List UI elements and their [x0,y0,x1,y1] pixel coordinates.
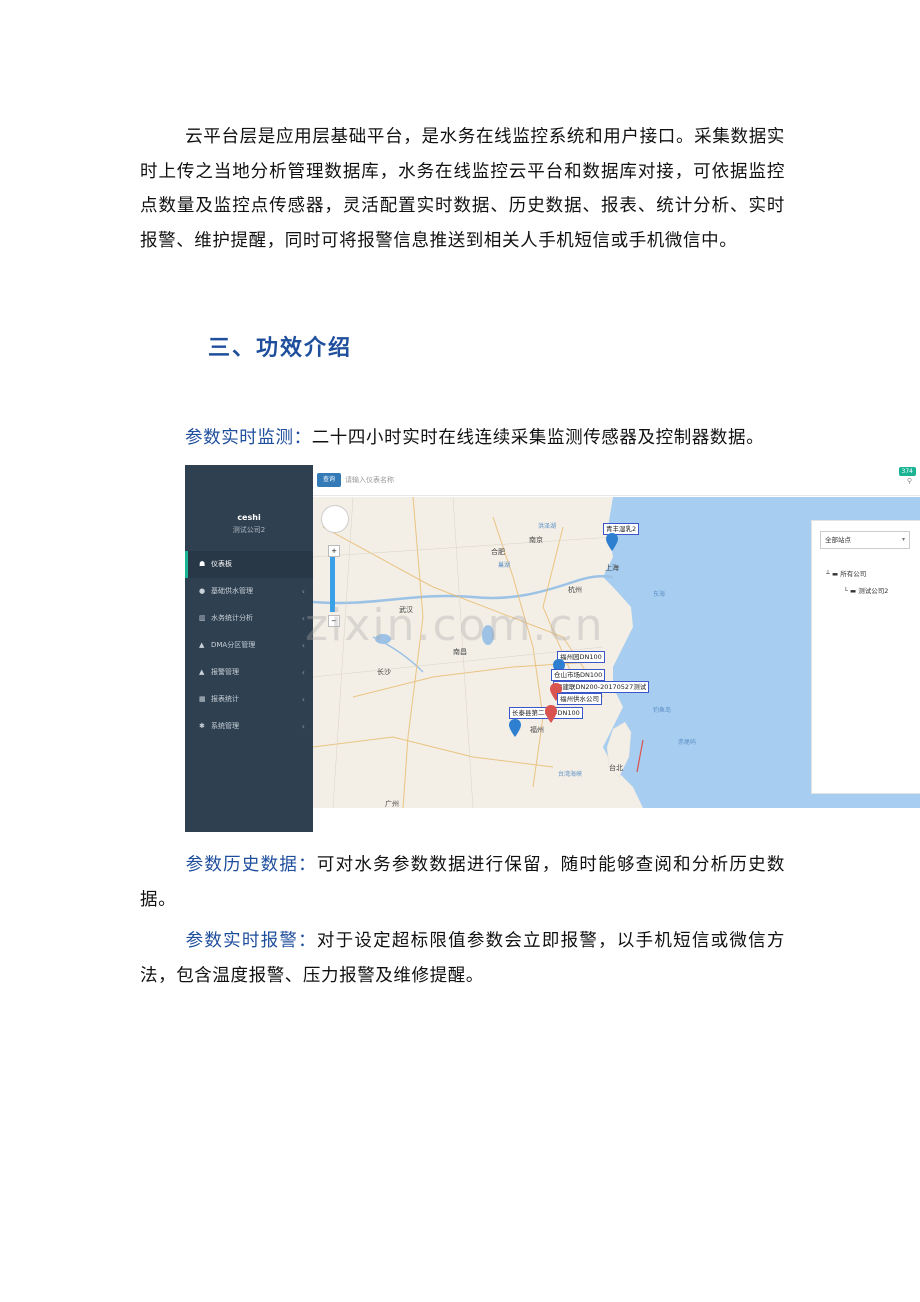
city-label: 福州 [530,726,544,734]
sidebar-item-alarms[interactable]: ▲ 报警管理 ‹ [185,659,313,686]
home-icon: ☗ [199,560,206,568]
station-panel: 全部站点 ▾ ┴ ▬ 所有公司 └ ▬ 测试公司2 [811,520,920,794]
sidebar: ceshi 测试公司2 ☗ 仪表板 ● 基础供水管理 ‹ ▥ 水务统计分析 ‹ ▲ DMA分… [185,465,313,832]
tree-node-root[interactable]: ┴ ▬ 所有公司 [826,568,866,578]
water-label: 台湾海峡 [558,771,583,778]
sidebar-item-dma[interactable]: ▲ DMA分区管理 ‹ [185,632,313,659]
zoom-in-button[interactable]: + [328,545,340,557]
sidebar-menu: ☗ 仪表板 ● 基础供水管理 ‹ ▥ 水务统计分析 ‹ ▲ DMA分区管理 ‹ ▲ 报警管理 ‹ … [185,551,313,740]
city-label: 台北 [609,764,623,772]
station-select[interactable]: 全部站点 ▾ [820,531,910,549]
map-marker-red[interactable] [545,705,557,723]
sitemap-icon: ▲ [199,641,205,649]
feature-realtime-monitoring: 参数实时监测：二十四小时实时在线连续采集监测传感器及控制器数据。 [185,428,765,448]
sidebar-company: 测试公司2 [232,526,266,534]
water-label: 洪泽湖 [538,523,557,530]
water-label: 钓鱼岛 [653,707,672,714]
section-heading: 三、功效介绍 [208,336,353,361]
city-label: 上海 [605,564,619,572]
chevron-left-icon: ‹ [301,722,305,731]
bar-chart-icon: ▥ [199,614,206,622]
map-marker-blue[interactable] [509,719,521,737]
station-marker-label[interactable]: 福州供水公司 [557,693,602,705]
pan-control[interactable] [321,505,349,533]
sidebar-item-statistics[interactable]: ▥ 水务统计分析 ‹ [185,605,313,632]
watermark: zixin.com.cn [305,600,605,651]
feature-label: 参数实时监测： [185,428,312,448]
query-button[interactable]: 查询 [317,473,341,487]
tree-node-child[interactable]: └ ▬ 测试公司2 [844,585,888,595]
drop-icon: ● [199,587,206,595]
intro-paragraph: 云平台层是应用层基础平台，是水务在线监控系统和用户接口。采集数据实时上传之当地分… [140,127,785,251]
water-label: 东海 [653,591,666,598]
feature-realtime-alarm: 参数实时报警：对于设定超标限值参数会立即报警，以手机短信或微信方法，包含温度报警… [140,931,786,986]
gears-icon: ✱ [199,722,205,730]
feature-history-data: 参数历史数据：可对水务参数数据进行保留，随时能够查阅和分析历史数据。 [140,855,786,910]
water-label: 巢湖 [498,562,511,569]
sidebar-username: ceshi [237,513,261,522]
city-label: 南京 [529,536,543,544]
chevron-left-icon: ‹ [301,668,305,677]
feature-label: 参数实时报警： [185,931,317,951]
chevron-left-icon: ‹ [301,695,305,704]
search-input[interactable]: 请输入仪表名称 [345,472,545,488]
city-label: 广州 [385,800,399,808]
table-icon: ▦ [199,695,206,703]
city-label: 合肥 [491,548,505,556]
notification-badge[interactable]: 374 [898,467,916,476]
map-pin-icon: ⚲ [906,477,912,485]
sidebar-item-water-supply[interactable]: ● 基础供水管理 ‹ [185,578,313,605]
station-marker-label[interactable]: 仓山市场DN100 [551,669,606,681]
feature-label: 参数历史数据： [185,855,317,875]
sidebar-item-system[interactable]: ✱ 系统管理 ‹ [185,713,313,740]
zoom-control[interactable]: + − [321,505,349,627]
toolbar: 查询 请输入仪表名称 374 ⚲ [313,465,920,496]
city-label: 长沙 [377,668,391,676]
water-label: 赤尾屿 [678,739,697,746]
sidebar-item-reports[interactable]: ▦ 报表统计 ‹ [185,686,313,713]
caret-down-icon: ▾ [901,536,905,543]
station-marker-label[interactable]: 福建联DN200-20170527测试 [553,681,650,693]
warning-icon: ▲ [199,668,205,676]
sidebar-item-dashboard[interactable]: ☗ 仪表板 [185,551,313,578]
city-label: 杭州 [568,586,582,594]
map-marker-blue[interactable] [606,533,618,551]
